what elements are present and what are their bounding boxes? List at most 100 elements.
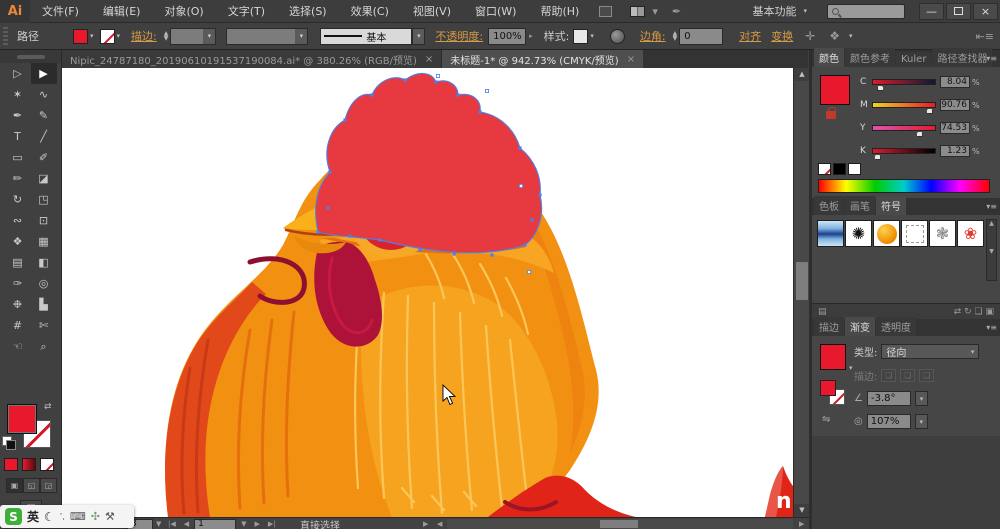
default-fill-stroke-icon[interactable] [2,436,12,446]
corner-stepper[interactable]: ▲▼ [673,31,678,41]
none-button[interactable] [40,458,54,471]
gradient-tool[interactable]: ◧ [31,252,57,273]
arrange-documents-icon[interactable] [630,6,645,17]
ime-language-label[interactable]: 英 [27,508,39,525]
gradient-angle-field[interactable]: -3.8° [867,391,911,406]
panel-menu-icon[interactable]: ▾≡ [986,323,997,332]
black-slider[interactable] [872,148,936,154]
canvas-artboard[interactable]: n [62,68,793,517]
magenta-value[interactable]: 90.76 [940,99,970,111]
opacity-field[interactable]: 100% [488,28,526,45]
none-swatch[interactable] [818,163,831,175]
current-color-swatch[interactable] [820,75,850,105]
tab-color-guide[interactable]: 颜色参考 [845,48,895,67]
pen-tool[interactable]: ✒ [5,105,31,126]
ime-wrench-icon[interactable]: ⚒ [105,510,115,523]
menu-window[interactable]: 窗口(W) [463,0,528,23]
recolor-artwork-icon[interactable] [610,29,625,44]
color-spectrum-bar[interactable] [818,179,990,193]
gradient-button[interactable] [22,458,36,471]
vertical-scroll-thumb[interactable] [796,262,808,300]
draw-behind-mode[interactable]: ◱ [23,478,40,493]
cyan-value[interactable]: 8.04 [940,76,970,88]
aspect-arrow[interactable]: ▾ [915,414,928,429]
menu-edit[interactable]: 编辑(E) [91,0,153,23]
column-graph-tool[interactable]: ▙ [31,294,57,315]
opacity-side-button[interactable]: ▸ [526,32,536,40]
lock-icon[interactable] [826,111,836,119]
gradient-fill-proxy[interactable] [820,380,836,396]
ime-punct-icon[interactable]: ’, [60,512,65,521]
slice-tool[interactable]: ✄ [31,315,57,336]
arrange-documents-arrow-icon[interactable]: ▾ [652,5,658,18]
horizontal-scroll-thumb[interactable] [600,520,638,528]
cyan-knob[interactable] [877,85,884,91]
stroke-color-swatch[interactable] [100,29,115,44]
stroke-gradient-along-icon[interactable]: ❏ [900,369,915,382]
gradient-fill-swatch[interactable] [820,344,846,370]
symbol-action-icons[interactable]: ⇄ ↻ ❏ ▣ [954,307,994,317]
cs-live-icon[interactable]: ✒ [672,5,681,18]
artboard-number-field[interactable]: 1 [194,519,236,529]
selection-tool[interactable]: ▷ [5,63,31,84]
first-artboard-button[interactable]: |◀ [165,520,179,528]
horizontal-scrollbar[interactable] [447,519,793,529]
fill-color-arrow-icon[interactable]: ▾ [90,32,94,40]
stroke-weight-dropdown[interactable]: ▾ [170,28,216,45]
cyan-slider[interactable] [872,79,936,85]
transform-link[interactable]: 变换 [771,28,793,44]
free-transform-tool[interactable]: ⊡ [31,210,57,231]
lasso-tool[interactable]: ∿ [31,84,57,105]
symbol-library-icon[interactable]: ▤ [818,307,827,317]
line-segment-tool[interactable]: ╱ [31,126,57,147]
blend-tool[interactable]: ◎ [31,273,57,294]
brush-definition-dropdown[interactable]: ▾ [226,28,308,45]
tab-symbols[interactable]: 符号 [876,196,906,215]
menu-effect[interactable]: 效果(C) [339,0,401,23]
eraser-tool[interactable]: ◪ [31,168,57,189]
artboard-tool[interactable]: # [5,315,31,336]
symbol-thumbnail-red-flower[interactable]: ❀ [957,220,984,247]
draw-normal-mode[interactable]: ▣ [6,478,23,493]
gradient-swatch-arrow-icon[interactable]: ▾ [849,364,853,372]
symbol-thumbnail-blue-band[interactable] [817,220,844,247]
shape-options-arrow[interactable]: ▾ [849,32,853,40]
menu-file[interactable]: 文件(F) [30,0,91,23]
tab-transparency[interactable]: 透明度 [876,317,916,336]
tab-brushes[interactable]: 画笔 [845,196,875,215]
vertical-scrollbar[interactable]: ▲ ▼ [793,68,809,517]
black-value[interactable]: 1.23 [940,145,970,157]
align-link[interactable]: 对齐 [739,28,761,44]
gradient-aspect-field[interactable]: 107% [867,414,911,429]
stroke-weight-stepper[interactable]: ▲▼ [164,31,169,41]
hand-tool[interactable]: ☜ [5,336,31,357]
minimize-button[interactable]: — [919,3,944,20]
tab-swatches[interactable]: 色板 [814,196,844,215]
reverse-gradient-icon[interactable]: ⇋ [822,414,830,425]
prev-artboard-button[interactable]: ◀ [181,520,192,528]
stroke-gradient-within-icon[interactable]: ❏ [881,369,896,382]
width-profile-arrow[interactable]: ▾ [412,28,425,45]
rotate-tool[interactable]: ↻ [5,189,31,210]
ime-plugin-icon[interactable]: ✣ [91,510,100,523]
symbol-thumbnail-ink-splat[interactable]: ✺ [845,220,872,247]
next-artboard-button[interactable]: ▶ [252,520,263,528]
menu-select[interactable]: 选择(S) [277,0,339,23]
tab-close-icon[interactable]: × [627,54,635,65]
shape-builder-tool[interactable]: ❖ [5,231,31,252]
artboard-dropdown-icon[interactable]: ▼ [238,520,249,528]
yellow-slider[interactable] [872,125,936,131]
hscroll-left-icon[interactable]: ◀ [434,520,445,528]
last-artboard-button[interactable]: ▶| [265,520,279,528]
perspective-grid-tool[interactable]: ▦ [31,231,57,252]
close-button[interactable]: × [973,3,998,20]
restore-button[interactable] [946,3,971,20]
tab-close-icon[interactable]: × [425,54,433,65]
white-swatch[interactable] [848,163,861,175]
black-knob[interactable] [874,154,881,160]
draw-inside-mode[interactable]: ◲ [40,478,57,493]
paintbrush-tool[interactable]: ✐ [31,147,57,168]
panel-menu-icon[interactable]: ▾≡ [986,54,997,63]
tab-gradient[interactable]: 渐变 [845,317,875,336]
hscroll-right-icon[interactable]: ▶ [796,520,807,528]
